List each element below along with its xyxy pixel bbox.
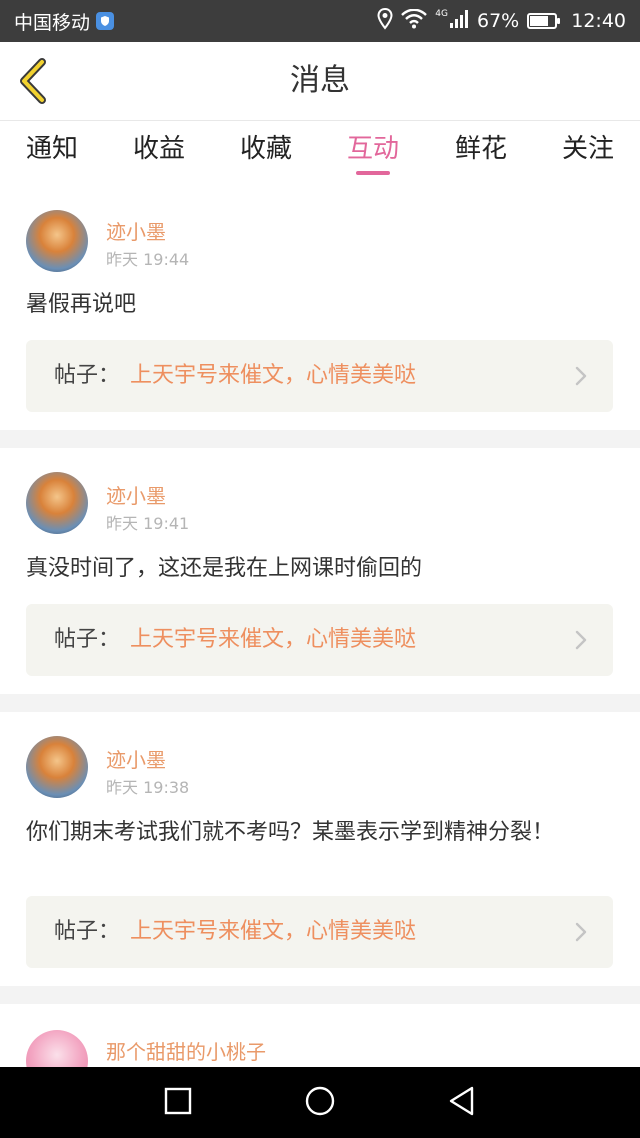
back-nav-button[interactable] — [422, 1067, 502, 1138]
tab-favorites[interactable]: 收藏 — [221, 121, 311, 183]
message-card: 那个甜甜的小桃子 — [0, 1004, 640, 1067]
chevron-right-icon — [575, 630, 587, 650]
message-card: 迹小墨 昨天 19:38 你们期末考试我们就不考吗？某墨表示学到精神分裂！ 帖子… — [0, 712, 640, 986]
recent-apps-button[interactable] — [138, 1067, 218, 1138]
clock: 12:40 — [571, 10, 626, 32]
message-time: 昨天 19:41 — [106, 514, 190, 533]
circle-icon — [304, 1085, 336, 1121]
status-left: 中国移动 — [14, 0, 115, 42]
tab-bar: 通知 收益 收藏 互动 鲜花 关注 — [0, 120, 640, 191]
chevron-right-icon — [575, 366, 587, 386]
battery-icon — [527, 13, 561, 29]
divider — [0, 430, 640, 448]
post-label: 帖子： — [54, 627, 121, 652]
message-text: 你们期末考试我们就不考吗？某墨表示学到精神分裂！ — [26, 820, 555, 845]
app-header: 消息 — [0, 42, 640, 120]
post-label: 帖子： — [54, 363, 121, 388]
message-text: 真没时间了，这还是我在上网课时偷回的 — [26, 556, 423, 581]
location-icon — [377, 7, 393, 35]
tab-earnings[interactable]: 收益 — [114, 121, 204, 183]
system-nav-bar — [0, 1067, 640, 1138]
username[interactable]: 迹小墨 — [106, 480, 166, 509]
active-tab-indicator — [356, 171, 390, 175]
message-time: 昨天 19:44 — [106, 250, 190, 269]
avatar[interactable] — [26, 736, 88, 798]
avatar[interactable] — [26, 472, 88, 534]
avatar[interactable] — [26, 210, 88, 272]
home-button[interactable] — [280, 1067, 360, 1138]
wifi-icon — [401, 8, 428, 34]
battery-level — [530, 16, 548, 26]
battery-percent: 67% — [477, 10, 520, 32]
status-right: 4G 67% 12:40 — [377, 0, 626, 42]
tab-notifications[interactable]: 通知 — [7, 121, 97, 183]
post-title: 上天宇号来催文，心情美美哒 — [130, 363, 417, 388]
username[interactable]: 迹小墨 — [106, 216, 166, 245]
message-card: 迹小墨 昨天 19:41 真没时间了，这还是我在上网课时偷回的 帖子： 上天宇号… — [0, 448, 640, 694]
divider — [0, 986, 640, 1004]
message-text: 暑假再说吧 — [26, 292, 137, 317]
post-link[interactable]: 帖子： 上天宇号来催文，心情美美哒 — [26, 340, 613, 412]
username[interactable]: 那个甜甜的小桃子 — [106, 1036, 266, 1065]
divider — [0, 694, 640, 712]
avatar[interactable] — [26, 1030, 88, 1067]
network-type: 4G — [435, 8, 448, 19]
signal-bars-icon — [449, 9, 469, 34]
chevron-right-icon — [575, 922, 587, 942]
post-title: 上天宇号来催文，心情美美哒 — [130, 919, 417, 944]
carrier-name: 中国移动 — [14, 11, 91, 34]
post-label: 帖子： — [54, 919, 121, 944]
cell-signal: 4G — [435, 9, 469, 34]
username[interactable]: 迹小墨 — [106, 744, 166, 773]
message-card: 迹小墨 昨天 19:44 暑假再说吧 帖子： 上天宇号来催文，心情美美哒 — [0, 190, 640, 430]
square-icon — [163, 1086, 193, 1120]
tab-following[interactable]: 关注 — [543, 121, 633, 183]
tab-flowers[interactable]: 鲜花 — [436, 121, 526, 183]
shield-icon — [96, 12, 115, 30]
page-title: 消息 — [290, 63, 350, 98]
post-link[interactable]: 帖子： 上天宇号来催文，心情美美哒 — [26, 896, 613, 968]
triangle-back-icon — [447, 1085, 477, 1121]
post-link[interactable]: 帖子： 上天宇号来催文，心情美美哒 — [26, 604, 613, 676]
status-bar: 中国移动 4G 67% 12:40 — [0, 0, 640, 42]
message-time: 昨天 19:38 — [106, 778, 190, 797]
post-title: 上天宇号来催文，心情美美哒 — [130, 627, 417, 652]
